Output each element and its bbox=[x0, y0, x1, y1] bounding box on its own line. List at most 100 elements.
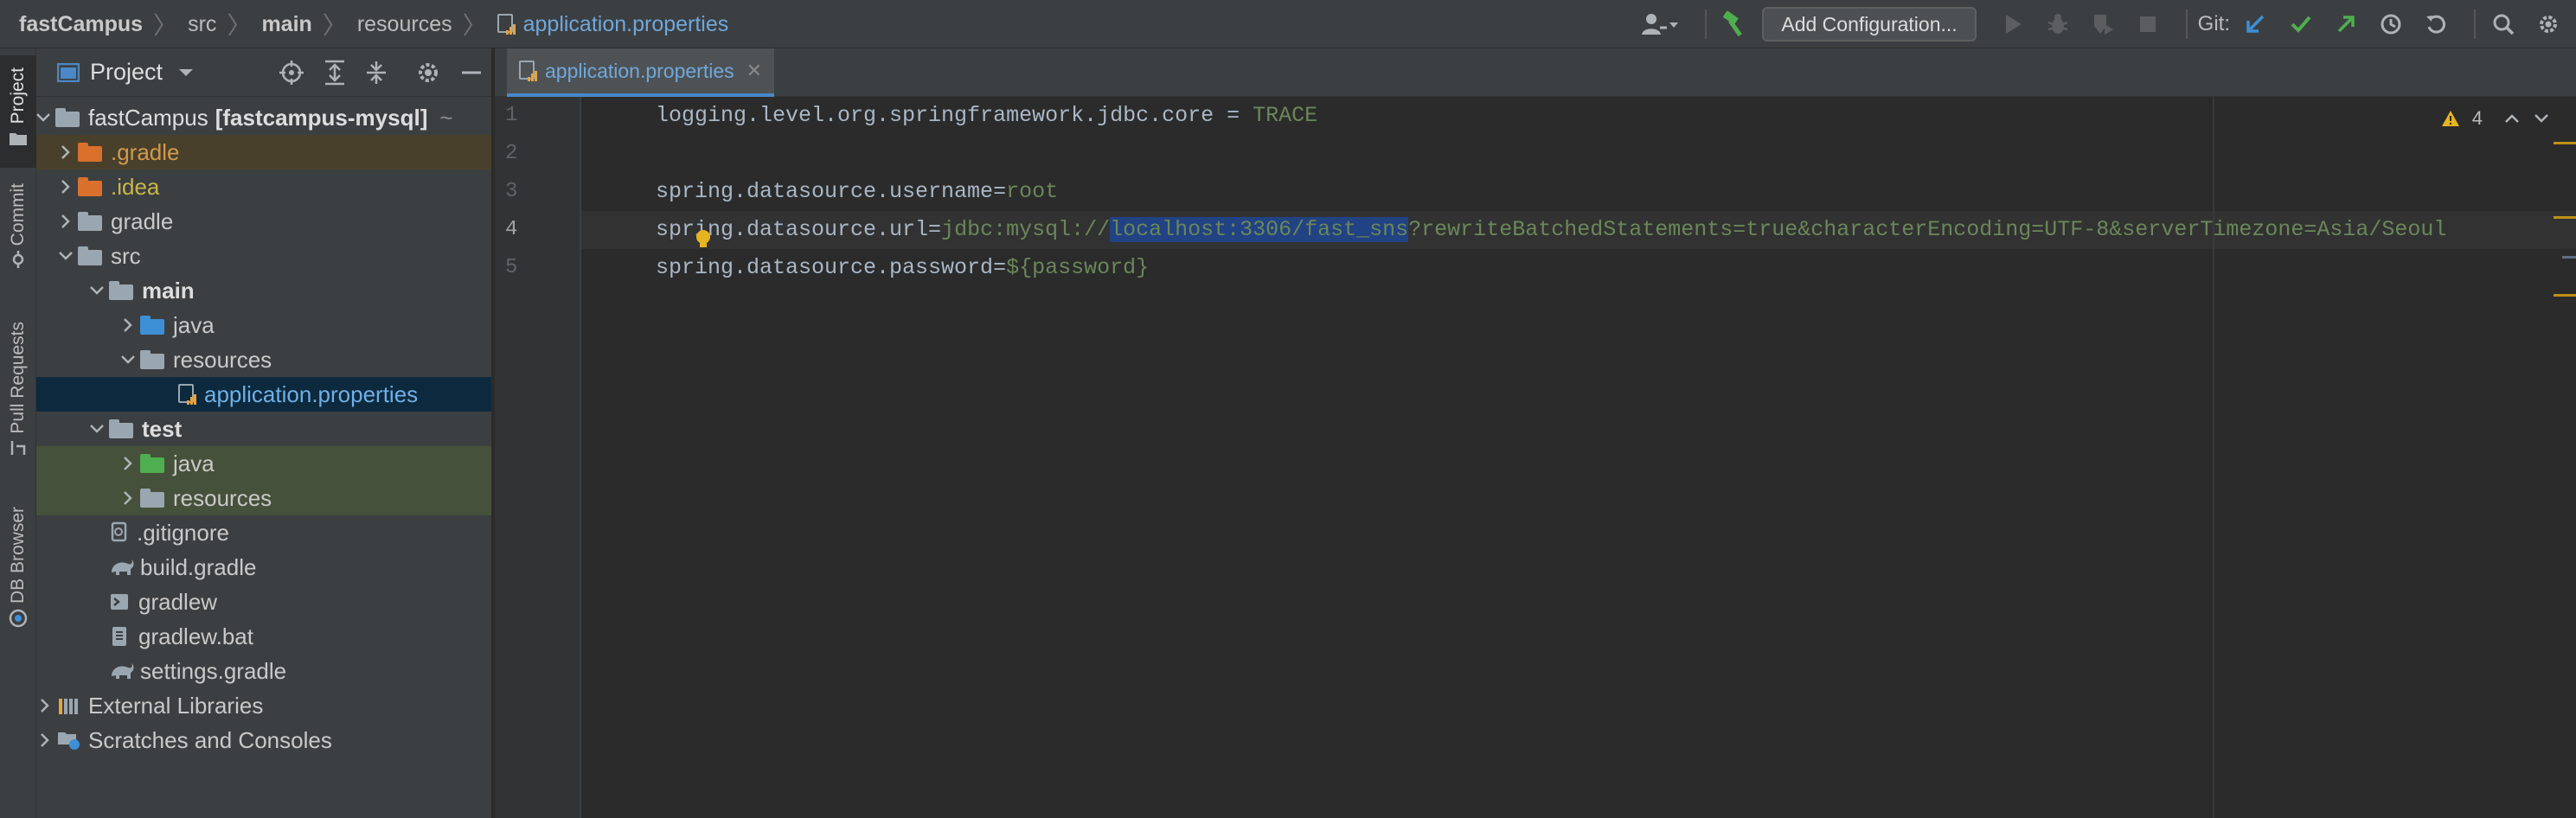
tree-node-idea[interactable]: .idea bbox=[36, 169, 491, 204]
tree-node-label: src bbox=[111, 242, 141, 269]
tree-node-settings-gradle[interactable]: settings.gradle bbox=[36, 654, 491, 688]
tree-node-gradle-cache[interactable]: .gradle bbox=[36, 135, 491, 169]
chevron-down-icon[interactable] bbox=[85, 412, 109, 446]
debug-button[interactable] bbox=[2041, 7, 2075, 42]
search-everywhere-button[interactable] bbox=[2486, 7, 2521, 42]
tree-node-test-java[interactable]: java bbox=[36, 446, 491, 481]
main-toolbar: Add Configuration... Git: bbox=[1636, 0, 2576, 48]
chevron-up-icon[interactable] bbox=[2503, 112, 2521, 125]
breadcrumb-src[interactable]: src bbox=[188, 12, 216, 37]
chevron-right-icon[interactable] bbox=[54, 204, 78, 239]
tree-node-label: fastCampus bbox=[88, 104, 208, 131]
add-configuration-button[interactable]: Add Configuration... bbox=[1762, 7, 1977, 42]
tree-node-src[interactable]: src bbox=[36, 239, 491, 273]
tree-node-label: test bbox=[142, 415, 183, 442]
tree-node-root[interactable]: fastCampus [fastcampus-mysql] ~ bbox=[36, 100, 491, 135]
project-panel-title[interactable]: Project bbox=[90, 59, 163, 86]
run-button[interactable] bbox=[1996, 7, 2030, 42]
lightbulb-icon[interactable] bbox=[695, 229, 712, 250]
tree-node-scratches[interactable]: Scratches and Consoles bbox=[36, 723, 491, 757]
code-line[interactable]: spring.datasource.password=${password} bbox=[581, 249, 2576, 287]
hammer-icon bbox=[1723, 10, 1743, 37]
pull-request-icon bbox=[10, 440, 26, 455]
tree-node-external-libraries[interactable]: External Libraries bbox=[36, 688, 491, 723]
hide-panel-icon[interactable] bbox=[460, 60, 483, 86]
coverage-icon bbox=[2093, 15, 2113, 35]
arrow-up-right-icon bbox=[2337, 16, 2355, 33]
commit-icon bbox=[12, 251, 24, 269]
chevron-right-icon[interactable] bbox=[116, 481, 140, 515]
tree-node-main[interactable]: main bbox=[36, 273, 491, 308]
coverage-button[interactable] bbox=[2086, 7, 2120, 42]
code-line[interactable]: spring.datasource.username=root bbox=[581, 173, 2576, 211]
git-commit-button[interactable] bbox=[2284, 7, 2318, 42]
chevron-right-icon[interactable] bbox=[33, 723, 57, 757]
tree-node-gradle[interactable]: gradle bbox=[36, 204, 491, 239]
chevron-right-icon[interactable] bbox=[116, 446, 140, 481]
checkmark-icon bbox=[2291, 16, 2311, 33]
tree-node-label: resources bbox=[173, 484, 272, 511]
tree-node-application-properties[interactable]: application.properties bbox=[36, 377, 491, 412]
tool-tab-commit-label: Commit bbox=[8, 183, 28, 246]
tool-window-stripe: Project Commit Pull Requests DB Browser bbox=[0, 48, 36, 818]
tree-node-module-name: [fastcampus-mysql] bbox=[215, 104, 428, 131]
error-stripe-marker[interactable] bbox=[2554, 294, 2576, 297]
settings-button[interactable] bbox=[2531, 7, 2566, 42]
chevron-down-icon[interactable] bbox=[54, 239, 78, 273]
chevron-down-icon[interactable] bbox=[176, 67, 195, 79]
stop-button[interactable] bbox=[2131, 7, 2165, 42]
chevron-down-icon[interactable] bbox=[116, 342, 140, 377]
build-button[interactable] bbox=[1717, 7, 1752, 42]
chevron-right-icon[interactable] bbox=[54, 135, 78, 169]
code-line[interactable] bbox=[581, 135, 2576, 173]
code-editor[interactable]: logging.level.org.springframework.jdbc.c… bbox=[581, 97, 2576, 818]
tree-node-label: gradle bbox=[111, 208, 174, 234]
inspection-widget[interactable]: 4 bbox=[2441, 107, 2550, 130]
folder-icon bbox=[10, 133, 27, 146]
git-rollback-button[interactable] bbox=[2419, 7, 2453, 42]
error-stripe-marker[interactable] bbox=[2554, 142, 2576, 144]
chevron-right-icon[interactable] bbox=[54, 169, 78, 204]
tree-node-gradlew-bat[interactable]: gradlew.bat bbox=[36, 619, 491, 654]
tool-tab-db-browser[interactable]: DB Browser bbox=[0, 507, 36, 645]
breadcrumb-main[interactable]: main bbox=[261, 12, 311, 37]
test-resources-folder-icon bbox=[140, 489, 164, 508]
tool-tab-commit[interactable]: Commit bbox=[0, 183, 36, 287]
user-dropdown-button[interactable] bbox=[1636, 7, 1684, 42]
property-value: root bbox=[1006, 179, 1059, 204]
code-line-current[interactable]: spring.datasource.url=jdbc:mysql://local… bbox=[581, 211, 2576, 249]
code-line[interactable]: logging.level.org.springframework.jdbc.c… bbox=[581, 97, 2576, 135]
chevron-right-icon[interactable] bbox=[116, 308, 140, 342]
tree-node-test[interactable]: test bbox=[36, 412, 491, 446]
locate-file-icon[interactable] bbox=[279, 60, 304, 86]
search-icon bbox=[2493, 14, 2515, 35]
tree-node-gradlew[interactable]: gradlew bbox=[36, 585, 491, 619]
tool-tab-db-browser-label: DB Browser bbox=[8, 507, 28, 604]
tree-node-test-resources[interactable]: resources bbox=[36, 481, 491, 515]
expand-all-icon[interactable] bbox=[324, 60, 346, 86]
tree-node-main-java[interactable]: java bbox=[36, 308, 491, 342]
chevron-right-icon[interactable] bbox=[33, 688, 57, 723]
tree-node-main-resources[interactable]: resources bbox=[36, 342, 491, 377]
text-file-icon bbox=[112, 627, 126, 646]
close-icon[interactable]: ✕ bbox=[747, 60, 762, 82]
editor-tab-application-properties[interactable]: application.properties ✕ bbox=[507, 48, 775, 97]
git-history-button[interactable] bbox=[2374, 7, 2408, 42]
breadcrumb-resources[interactable]: resources bbox=[357, 12, 452, 37]
tree-node-label: .gitignore bbox=[137, 519, 229, 546]
git-update-button[interactable] bbox=[2239, 7, 2273, 42]
chevron-down-icon[interactable] bbox=[2533, 112, 2550, 125]
gear-icon[interactable] bbox=[415, 60, 441, 86]
warning-icon bbox=[2441, 111, 2459, 126]
tree-node-gitignore[interactable]: .gitignore bbox=[36, 515, 491, 550]
chevron-down-icon[interactable] bbox=[85, 273, 109, 308]
tree-node-build-gradle[interactable]: build.gradle bbox=[36, 550, 491, 585]
breadcrumb-file[interactable]: application.properties bbox=[497, 12, 728, 37]
error-stripe-marker[interactable] bbox=[2554, 216, 2576, 219]
collapse-all-icon[interactable] bbox=[365, 60, 388, 86]
chevron-down-icon[interactable] bbox=[31, 100, 55, 135]
breadcrumb-project[interactable]: fastCampus bbox=[19, 12, 143, 37]
tool-tab-pull-requests[interactable]: Pull Requests bbox=[0, 322, 36, 477]
git-push-button[interactable] bbox=[2329, 7, 2363, 42]
gradle-elephant-icon bbox=[112, 663, 134, 679]
